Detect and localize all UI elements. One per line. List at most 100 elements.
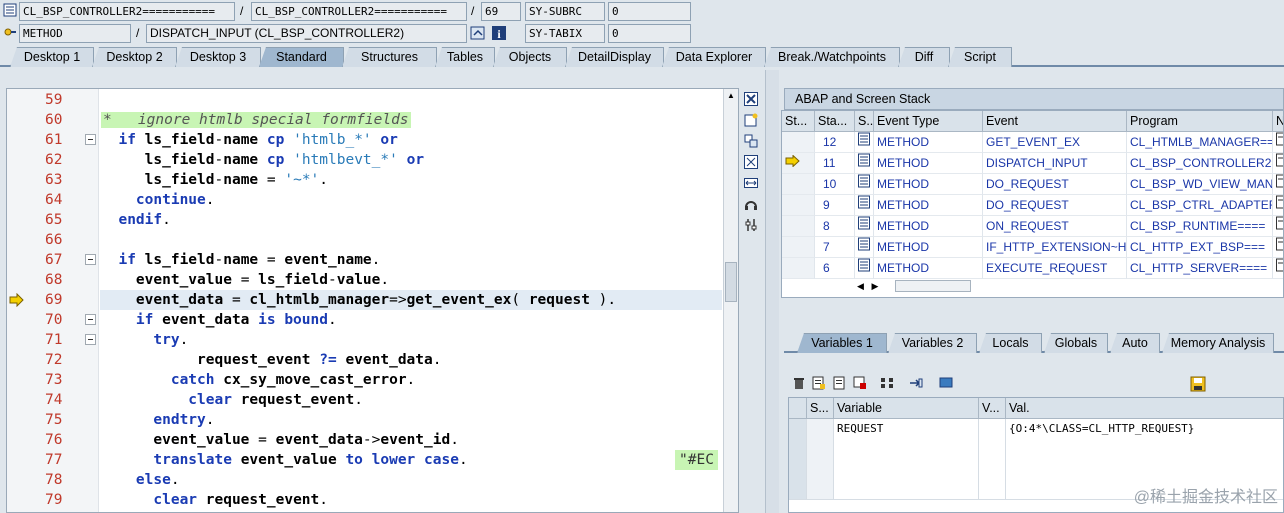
source-icon[interactable] xyxy=(858,216,870,230)
stack-program: CL_HTTP_SERVER==== xyxy=(1127,258,1273,279)
variables-column-header[interactable]: Variable xyxy=(834,398,979,419)
editor-scrollbar[interactable]: ▲ xyxy=(723,89,738,512)
stack-event: EXECUTE_REQUEST xyxy=(983,258,1127,279)
tab-diff[interactable]: Diff xyxy=(898,47,950,67)
fold-toggle-icon[interactable] xyxy=(85,334,96,345)
stack-column-header[interactable]: Program xyxy=(1127,111,1273,132)
tab-structures[interactable]: Structures xyxy=(342,47,437,67)
tab-desktop-3[interactable]: Desktop 3 xyxy=(175,47,261,67)
delete-icon[interactable] xyxy=(792,376,808,392)
pane-splitter[interactable] xyxy=(765,70,779,513)
maximize-icon[interactable] xyxy=(744,155,760,171)
line-field[interactable]: 69 xyxy=(481,2,521,21)
variables-column-header[interactable]: S... xyxy=(807,398,834,419)
stack-column-header[interactable]: S... xyxy=(855,111,874,132)
tab-objects[interactable]: Objects xyxy=(493,47,567,67)
stack-column-header[interactable]: Event Type xyxy=(874,111,983,132)
source-icon[interactable] xyxy=(858,195,870,209)
code-token: or xyxy=(406,152,425,168)
source-icon[interactable] xyxy=(858,153,870,167)
fold-toggle-icon[interactable] xyxy=(85,314,96,325)
tab-variables-1[interactable]: Variables 1 xyxy=(797,333,887,353)
scroll-up-icon[interactable]: ▲ xyxy=(726,91,736,101)
source-icon[interactable] xyxy=(858,132,870,146)
source-icon[interactable] xyxy=(858,258,870,272)
variable-name-input[interactable] xyxy=(834,459,979,480)
close-icon[interactable] xyxy=(744,92,760,108)
navigate-icon[interactable] xyxy=(1276,258,1284,272)
program-field[interactable]: CL_BSP_CONTROLLER2=========== xyxy=(19,2,235,21)
event-type-field[interactable]: METHOD xyxy=(19,24,131,43)
navigate-icon[interactable] xyxy=(1276,153,1284,167)
scroll-right-icon[interactable]: ▶ xyxy=(871,281,878,291)
sy-subrc-value[interactable]: 0 xyxy=(608,2,691,21)
code-text: clear request_event. xyxy=(101,490,328,510)
screen-icon[interactable] xyxy=(939,376,955,392)
sy-tabix-value[interactable]: 0 xyxy=(608,24,691,43)
scroll-thumb[interactable] xyxy=(895,280,971,292)
stack-column-header[interactable]: Event xyxy=(983,111,1127,132)
variables-row-selector[interactable] xyxy=(789,459,807,480)
tab-standard[interactable]: Standard xyxy=(259,47,344,67)
stack-column-header[interactable]: St... xyxy=(782,111,815,132)
hierarchy-icon[interactable] xyxy=(880,376,896,392)
source-icon[interactable] xyxy=(858,174,870,188)
navigate-icon[interactable] xyxy=(470,25,486,41)
tab-locals[interactable]: Locals xyxy=(979,333,1042,353)
variables-row-selector[interactable] xyxy=(789,439,807,460)
tab-desktop-1[interactable]: Desktop 1 xyxy=(10,47,94,67)
fold-toggle-icon[interactable] xyxy=(85,134,96,145)
stack-column-header[interactable]: N xyxy=(1273,111,1283,132)
scroll-left-icon[interactable]: ◀ xyxy=(857,281,864,291)
navigate-icon[interactable] xyxy=(1276,132,1284,146)
detail-icon[interactable] xyxy=(833,376,849,392)
event-name-field[interactable]: DISPATCH_INPUT (CL_BSP_CONTROLLER2) xyxy=(146,24,467,43)
stack-source-cell xyxy=(855,258,874,279)
tab-variables-2[interactable]: Variables 2 xyxy=(888,333,977,353)
stack-horizontal-scrollbar[interactable]: ◀ ▶ xyxy=(857,279,977,293)
tab-break-watchpoints[interactable]: Break./Watchpoints xyxy=(764,47,900,67)
navigate-icon[interactable] xyxy=(1276,174,1284,188)
scroll-thumb[interactable] xyxy=(725,262,737,302)
tab-detaildisplay[interactable]: DetailDisplay xyxy=(565,47,664,67)
code-line: 75 endtry. xyxy=(7,410,723,430)
stack-level: 12 xyxy=(815,132,855,153)
navigate-forward-icon[interactable] xyxy=(909,376,925,392)
tab-script[interactable]: Script xyxy=(948,47,1012,67)
code-line: 79 clear request_event. xyxy=(7,490,723,510)
variables-column-header[interactable] xyxy=(789,398,807,419)
resize-icon[interactable] xyxy=(744,176,760,192)
include-field[interactable]: CL_BSP_CONTROLLER2=========== xyxy=(251,2,467,21)
tab-auto[interactable]: Auto xyxy=(1110,333,1160,353)
source-icon[interactable] xyxy=(858,237,870,251)
tab-tables[interactable]: Tables xyxy=(435,47,495,67)
variables-column-header[interactable]: V... xyxy=(979,398,1006,419)
navigate-icon[interactable] xyxy=(1276,195,1284,209)
navigate-icon[interactable] xyxy=(1276,237,1284,251)
services-icon[interactable] xyxy=(744,197,760,213)
tab-globals[interactable]: Globals xyxy=(1044,333,1108,353)
settings-icon[interactable] xyxy=(744,218,760,234)
save-icon[interactable] xyxy=(1190,376,1206,392)
variables-column-header[interactable]: Val. xyxy=(1006,398,1283,419)
change-value-icon[interactable] xyxy=(853,376,869,392)
variables-row-selector[interactable] xyxy=(789,419,807,440)
new-tool-icon[interactable] xyxy=(744,113,760,129)
swap-tool-icon[interactable] xyxy=(744,134,760,150)
navigate-icon[interactable] xyxy=(1276,216,1284,230)
tab-data-explorer[interactable]: Data Explorer xyxy=(662,47,766,67)
variable-name-input[interactable] xyxy=(834,479,979,500)
sy-tabix-label: SY-TABIX xyxy=(525,24,605,43)
fold-toggle-icon[interactable] xyxy=(85,254,96,265)
info-icon[interactable]: i xyxy=(491,25,507,41)
variable-name-input[interactable] xyxy=(834,439,979,460)
code-token: if xyxy=(101,132,145,148)
insert-variable-icon[interactable] xyxy=(812,376,828,392)
variable-name-input[interactable]: REQUEST xyxy=(834,419,979,440)
variables-row-selector[interactable] xyxy=(789,479,807,500)
source-code-editor[interactable]: 59 60 * ignore htmlb special formfields 61 … xyxy=(6,88,739,513)
stack-column-header[interactable]: Sta... xyxy=(815,111,855,132)
tab-memory-analysis[interactable]: Memory Analysis xyxy=(1162,333,1274,353)
stack-event: DO_REQUEST xyxy=(983,195,1127,216)
tab-desktop-2[interactable]: Desktop 2 xyxy=(92,47,177,67)
